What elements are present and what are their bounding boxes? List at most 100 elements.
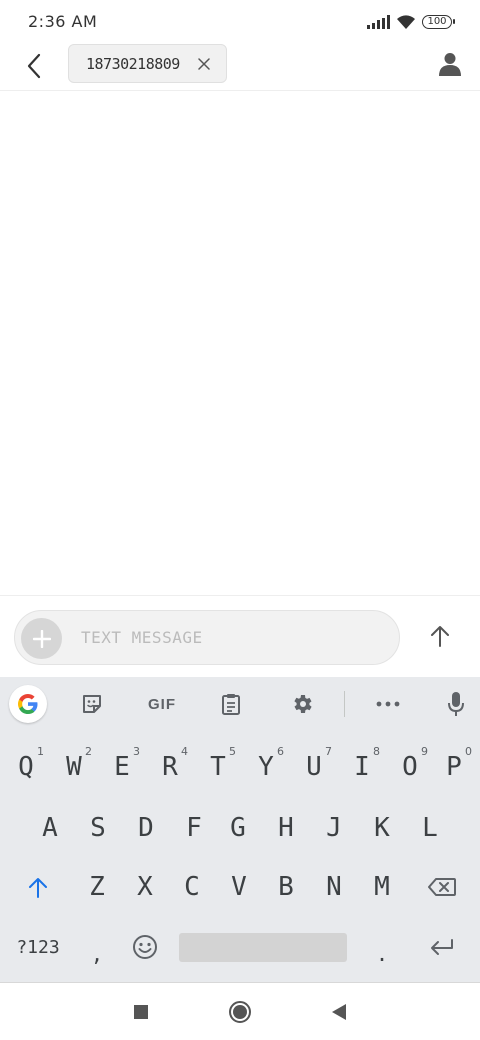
battery-level: 100: [427, 16, 447, 27]
key-m[interactable]: M: [358, 859, 406, 915]
contact-icon: [439, 53, 461, 76]
symbols-key[interactable]: ?123: [8, 919, 68, 975]
more-options-button[interactable]: [370, 685, 406, 723]
key-i[interactable]: I8: [338, 739, 386, 795]
key-v[interactable]: V: [215, 859, 263, 915]
key-r[interactable]: R4: [146, 739, 194, 795]
chip-close-icon: [198, 58, 210, 70]
key-label: T: [210, 752, 226, 782]
key-hint: 9: [421, 745, 428, 758]
key-z[interactable]: Z: [73, 859, 121, 915]
keyboard-toolbar: GIF: [0, 677, 480, 732]
shift-arrow-icon: [29, 878, 47, 898]
recents-square-icon: [134, 1005, 148, 1019]
key-label: I: [354, 752, 370, 782]
key-l[interactable]: L: [406, 800, 454, 856]
back-triangle-icon: [332, 1004, 346, 1020]
key-y[interactable]: Y6: [242, 739, 290, 795]
gif-button[interactable]: GIF: [140, 685, 184, 723]
key-g[interactable]: G: [214, 800, 262, 856]
key-x[interactable]: X: [121, 859, 169, 915]
status-bar: 2:36 AM 100: [0, 0, 480, 44]
send-arrow-icon: [431, 626, 449, 647]
key-e[interactable]: E3: [98, 739, 146, 795]
comma-key[interactable]: ,: [73, 919, 121, 975]
status-time: 2:36 AM: [28, 12, 98, 31]
key-p[interactable]: P0: [430, 739, 478, 795]
space-key[interactable]: [179, 933, 347, 962]
signal-icon: [367, 15, 390, 29]
emoji-key[interactable]: [121, 919, 169, 975]
key-label: E: [114, 752, 130, 782]
system-navigation-bar: [0, 982, 480, 1040]
compose-field: [14, 610, 400, 665]
key-n[interactable]: N: [310, 859, 358, 915]
key-t[interactable]: T5: [194, 739, 242, 795]
clipboard-button[interactable]: [213, 685, 249, 723]
google-icon: [18, 694, 38, 714]
back-button[interactable]: [16, 48, 52, 84]
key-k[interactable]: K: [358, 800, 406, 856]
enter-key[interactable]: [412, 919, 472, 975]
key-hint: 6: [277, 745, 284, 758]
key-b[interactable]: B: [262, 859, 310, 915]
back-nav-button[interactable]: [324, 997, 354, 1027]
message-list[interactable]: [0, 91, 480, 595]
key-hint: 1: [37, 745, 44, 758]
backspace-icon: [428, 878, 456, 896]
back-arrow-icon: [27, 53, 41, 79]
microphone-icon: [448, 692, 464, 716]
key-u[interactable]: U7: [290, 739, 338, 795]
add-attachment-button[interactable]: [21, 618, 62, 659]
remove-recipient-button[interactable]: [194, 54, 214, 74]
battery-icon: 100: [422, 15, 455, 29]
key-hint: 4: [181, 745, 188, 758]
wifi-icon: [397, 15, 415, 29]
more-dots-icon: [376, 701, 400, 707]
keyboard: G I F Q 1 W 2 E 3 R 4 T 5 Y 6 U 7 I 8 O 9 …: [0, 677, 480, 982]
sticker-button[interactable]: [74, 685, 110, 723]
key-label: Y: [258, 752, 274, 782]
home-button[interactable]: [225, 997, 255, 1027]
keyboard-settings-button[interactable]: [284, 685, 320, 723]
send-button[interactable]: [422, 618, 458, 654]
key-q[interactable]: Q1: [2, 739, 50, 795]
recipient-chip[interactable]: 18730218809: [68, 44, 227, 83]
key-label: O: [402, 752, 418, 782]
backspace-key[interactable]: [412, 859, 472, 915]
message-input[interactable]: [81, 611, 381, 664]
home-circle-icon: [229, 1001, 251, 1023]
key-o[interactable]: O9: [386, 739, 434, 795]
key-s[interactable]: S: [74, 800, 122, 856]
clipboard-icon: [222, 694, 240, 715]
key-c[interactable]: C: [168, 859, 216, 915]
key-label: U: [306, 752, 322, 782]
key-f[interactable]: F: [170, 800, 218, 856]
status-icons: 100: [367, 12, 455, 32]
key-hint: 3: [133, 745, 140, 758]
voice-input-button[interactable]: [438, 685, 474, 723]
key-label: R: [162, 752, 178, 782]
key-hint: 2: [85, 745, 92, 758]
contact-button[interactable]: [434, 48, 466, 80]
google-search-button[interactable]: [9, 685, 47, 723]
key-hint: 8: [373, 745, 380, 758]
key-a[interactable]: A: [26, 800, 74, 856]
settings-gear-icon: [294, 695, 312, 713]
key-hint: 0: [465, 745, 472, 758]
key-d[interactable]: D: [122, 800, 170, 856]
shift-key[interactable]: [8, 859, 68, 915]
key-hint: 5: [229, 745, 236, 758]
sticker-icon: [83, 695, 101, 713]
key-hint: 7: [325, 745, 332, 758]
compose-bar: [0, 595, 480, 677]
period-key[interactable]: .: [358, 919, 406, 975]
recents-button[interactable]: [126, 997, 156, 1027]
key-w[interactable]: W2: [50, 739, 98, 795]
key-j[interactable]: J: [310, 800, 358, 856]
key-h[interactable]: H: [262, 800, 310, 856]
gif-label: GIF: [148, 695, 176, 713]
recipient-number: 18730218809: [86, 54, 180, 73]
toolbar-divider: [344, 691, 345, 717]
key-label: Q: [18, 752, 34, 782]
